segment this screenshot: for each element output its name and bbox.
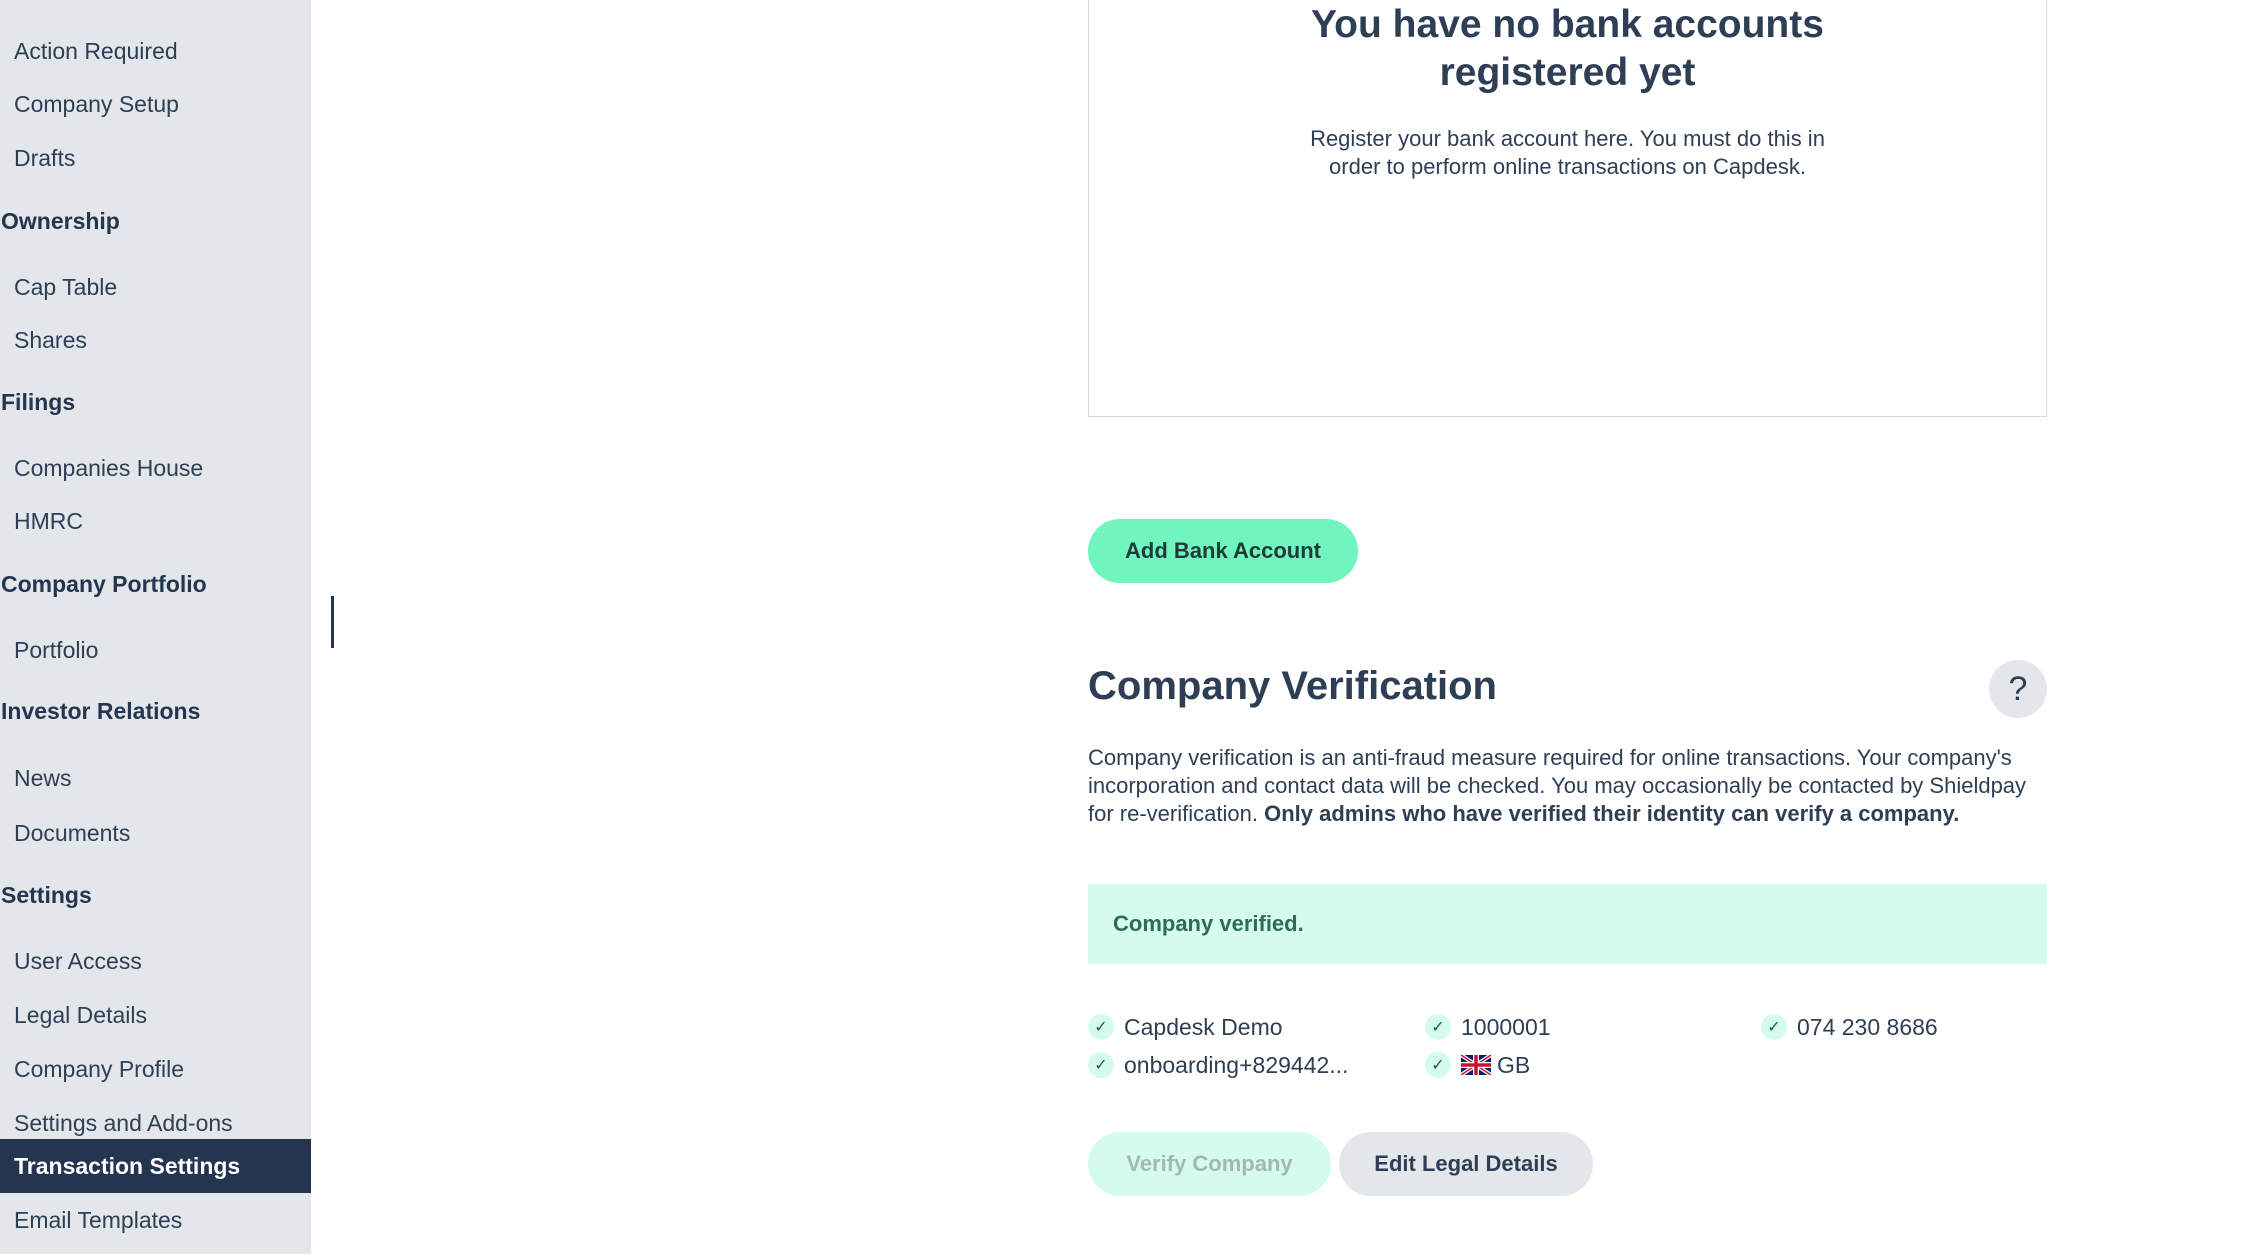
help-icon[interactable]: ? — [1989, 660, 2047, 718]
check-email: ✓ onboarding+829442... — [1088, 1049, 1348, 1081]
sidebar-item-portfolio[interactable]: Portfolio — [0, 623, 311, 677]
sidebar-item-companies-house[interactable]: Companies House — [0, 441, 311, 495]
country-value: GB — [1497, 1051, 1531, 1078]
email-value: onboarding+829442... — [1124, 1051, 1349, 1078]
sidebar-item-company-setup[interactable]: Company Setup — [0, 77, 311, 131]
phone-value: 074 230 8686 — [1797, 1013, 1938, 1040]
verification-description-bold: Only admins who have verified their iden… — [1264, 801, 1960, 826]
sidebar-item-cap-table[interactable]: Cap Table — [0, 260, 311, 314]
empty-state-description: Register your bank account here. You mus… — [1310, 126, 1825, 179]
check-company-name: ✓ Capdesk Demo — [1088, 1011, 1283, 1043]
bank-accounts-empty-state: You have no bank accounts registered yet… — [1088, 0, 2047, 417]
sidebar-heading-settings: Settings — [1, 882, 92, 908]
company-number-value: 1000001 — [1461, 1013, 1551, 1040]
sidebar-item-shares[interactable]: Shares — [0, 313, 311, 367]
verification-description: Company verification is an anti-fraud me… — [1088, 744, 2048, 828]
sidebar-item-legal-details[interactable]: Legal Details — [0, 988, 311, 1042]
sidebar-heading-investor-relations: Investor Relations — [1, 698, 201, 724]
verification-status-banner: Company verified. — [1088, 884, 2047, 964]
edit-legal-details-button[interactable]: Edit Legal Details — [1339, 1132, 1593, 1196]
check-company-number: ✓ 1000001 — [1425, 1011, 1551, 1043]
sidebar-item-company-profile[interactable]: Company Profile — [0, 1042, 311, 1096]
resize-handle[interactable] — [331, 596, 334, 648]
sidebar-heading-ownership: Ownership — [1, 208, 120, 234]
checkmark-icon: ✓ — [1425, 1014, 1451, 1040]
empty-state-title: You have no bank accounts registered yet — [1311, 3, 1824, 94]
sidebar-item-news[interactable]: News — [0, 751, 311, 805]
sidebar-item-transaction-settings[interactable]: Transaction Settings — [0, 1139, 311, 1193]
checkmark-icon: ✓ — [1088, 1052, 1114, 1078]
sidebar-item-email-templates[interactable]: Email Templates — [0, 1193, 311, 1247]
uk-flag-icon — [1461, 1055, 1491, 1075]
company-name-value: Capdesk Demo — [1124, 1013, 1283, 1040]
sidebar-item-drafts[interactable]: Drafts — [0, 131, 311, 185]
sidebar-item-user-access[interactable]: User Access — [0, 934, 311, 988]
company-verification-title: Company Verification — [1088, 664, 1497, 708]
sidebar-heading-filings: Filings — [1, 389, 76, 415]
checkmark-icon: ✓ — [1425, 1052, 1451, 1078]
sidebar-item-hmrc[interactable]: HMRC — [0, 494, 311, 548]
sidebar: Action Required Company Setup Drafts Owners… — [0, 0, 311, 1254]
sidebar-item-documents[interactable]: Documents — [0, 806, 311, 860]
add-bank-account-button[interactable]: Add Bank Account — [1088, 519, 1358, 583]
sidebar-heading-company-portfolio: Company Portfolio — [1, 571, 207, 597]
checkmark-icon: ✓ — [1761, 1014, 1787, 1040]
verify-company-button[interactable]: Verify Company — [1088, 1132, 1331, 1196]
check-phone: ✓ 074 230 8686 — [1761, 1011, 1938, 1043]
sidebar-item-action-required[interactable]: Action Required — [0, 24, 311, 78]
check-country: ✓ GB — [1425, 1049, 1530, 1081]
checkmark-icon: ✓ — [1088, 1014, 1114, 1040]
